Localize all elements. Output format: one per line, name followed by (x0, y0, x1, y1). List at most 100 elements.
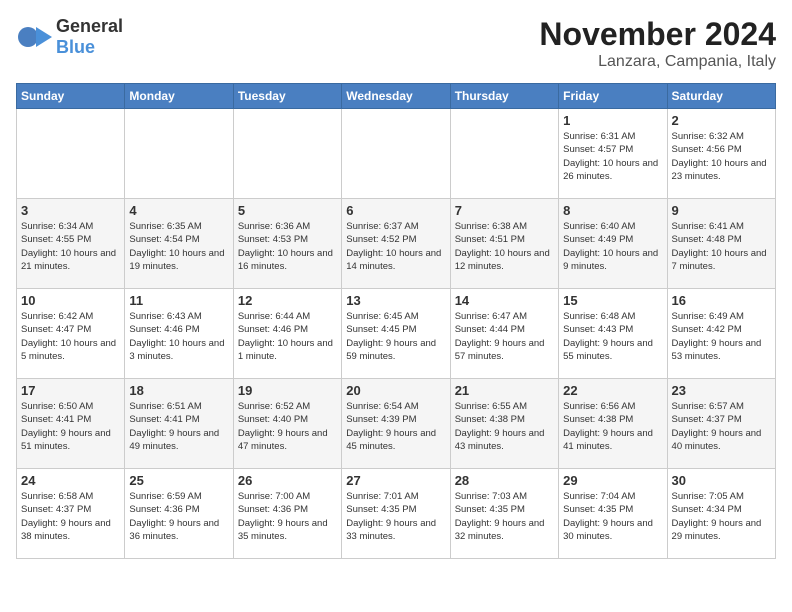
day-number: 3 (21, 203, 120, 218)
day-cell: 12 Sunrise: 6:44 AM Sunset: 4:46 PM Dayli… (233, 289, 341, 379)
day-number: 6 (346, 203, 445, 218)
day-cell: 18 Sunrise: 6:51 AM Sunset: 4:41 PM Dayli… (125, 379, 233, 469)
day-cell: 4 Sunrise: 6:35 AM Sunset: 4:54 PM Daylig… (125, 199, 233, 289)
day-cell: 6Sunrise: 6:37 AM Sunset: 4:52 PM Daylig… (342, 199, 450, 289)
day-cell: 10Sunrise: 6:42 AM Sunset: 4:47 PM Dayli… (17, 289, 125, 379)
day-info: Sunrise: 7:01 AM Sunset: 4:35 PM Dayligh… (346, 490, 445, 543)
day-info: Sunrise: 6:57 AM Sunset: 4:37 PM Dayligh… (672, 400, 771, 453)
day-cell (342, 109, 450, 199)
week-row-3: 17 Sunrise: 6:50 AM Sunset: 4:41 PM Dayli… (17, 379, 776, 469)
day-number: 11 (129, 293, 228, 308)
day-cell: 14 Sunrise: 6:47 AM Sunset: 4:44 PM Dayli… (450, 289, 558, 379)
day-number: 2 (672, 113, 771, 128)
day-info: Sunrise: 6:34 AM Sunset: 4:55 PM Dayligh… (21, 220, 120, 273)
day-number: 1 (563, 113, 662, 128)
day-info: Sunrise: 6:47 AM Sunset: 4:44 PM Dayligh… (455, 310, 554, 363)
day-info: Sunrise: 6:43 AM Sunset: 4:46 PM Dayligh… (129, 310, 228, 363)
day-number: 15 (563, 293, 662, 308)
day-number: 4 (129, 203, 228, 218)
header-wednesday: Wednesday (342, 84, 450, 109)
day-cell: 30 Sunrise: 7:05 AM Sunset: 4:34 PM Dayli… (667, 469, 775, 559)
day-cell: 23 Sunrise: 6:57 AM Sunset: 4:37 PM Dayli… (667, 379, 775, 469)
day-number: 22 (563, 383, 662, 398)
logo-blue: Blue (56, 37, 123, 58)
day-number: 18 (129, 383, 228, 398)
day-info: Sunrise: 6:59 AM Sunset: 4:36 PM Dayligh… (129, 490, 228, 543)
day-cell: 19 Sunrise: 6:52 AM Sunset: 4:40 PM Dayli… (233, 379, 341, 469)
day-number: 28 (455, 473, 554, 488)
day-cell: 8 Sunrise: 6:40 AM Sunset: 4:49 PM Daylig… (559, 199, 667, 289)
day-number: 5 (238, 203, 337, 218)
day-cell: 22 Sunrise: 6:56 AM Sunset: 4:38 PM Dayli… (559, 379, 667, 469)
week-row-2: 10Sunrise: 6:42 AM Sunset: 4:47 PM Dayli… (17, 289, 776, 379)
calendar-body: 1Sunrise: 6:31 AM Sunset: 4:57 PM Daylig… (17, 109, 776, 559)
day-number: 19 (238, 383, 337, 398)
day-info: Sunrise: 6:54 AM Sunset: 4:39 PM Dayligh… (346, 400, 445, 453)
day-number: 7 (455, 203, 554, 218)
day-info: Sunrise: 7:00 AM Sunset: 4:36 PM Dayligh… (238, 490, 337, 543)
day-info: Sunrise: 7:03 AM Sunset: 4:35 PM Dayligh… (455, 490, 554, 543)
logo-general: General (56, 16, 123, 37)
day-info: Sunrise: 6:40 AM Sunset: 4:49 PM Dayligh… (563, 220, 662, 273)
day-number: 24 (21, 473, 120, 488)
day-cell: 13Sunrise: 6:45 AM Sunset: 4:45 PM Dayli… (342, 289, 450, 379)
header-row: SundayMondayTuesdayWednesdayThursdayFrid… (17, 84, 776, 109)
day-cell: 16Sunrise: 6:49 AM Sunset: 4:42 PM Dayli… (667, 289, 775, 379)
day-cell: 17 Sunrise: 6:50 AM Sunset: 4:41 PM Dayli… (17, 379, 125, 469)
day-info: Sunrise: 6:35 AM Sunset: 4:54 PM Dayligh… (129, 220, 228, 273)
day-cell: 9 Sunrise: 6:41 AM Sunset: 4:48 PM Daylig… (667, 199, 775, 289)
day-info: Sunrise: 6:55 AM Sunset: 4:38 PM Dayligh… (455, 400, 554, 453)
day-info: Sunrise: 6:56 AM Sunset: 4:38 PM Dayligh… (563, 400, 662, 453)
day-cell: 2 Sunrise: 6:32 AM Sunset: 4:56 PM Daylig… (667, 109, 775, 199)
page-header: General Blue November 2024 Lanzara, Camp… (16, 16, 776, 71)
day-info: Sunrise: 6:36 AM Sunset: 4:53 PM Dayligh… (238, 220, 337, 273)
day-number: 23 (672, 383, 771, 398)
day-cell: 26Sunrise: 7:00 AM Sunset: 4:36 PM Dayli… (233, 469, 341, 559)
day-number: 30 (672, 473, 771, 488)
day-cell: 3 Sunrise: 6:34 AM Sunset: 4:55 PM Daylig… (17, 199, 125, 289)
day-number: 8 (563, 203, 662, 218)
day-number: 14 (455, 293, 554, 308)
day-info: Sunrise: 6:41 AM Sunset: 4:48 PM Dayligh… (672, 220, 771, 273)
day-cell (125, 109, 233, 199)
day-number: 27 (346, 473, 445, 488)
day-number: 17 (21, 383, 120, 398)
day-number: 20 (346, 383, 445, 398)
day-info: Sunrise: 6:45 AM Sunset: 4:45 PM Dayligh… (346, 310, 445, 363)
day-cell: 11 Sunrise: 6:43 AM Sunset: 4:46 PM Dayli… (125, 289, 233, 379)
day-info: Sunrise: 6:48 AM Sunset: 4:43 PM Dayligh… (563, 310, 662, 363)
week-row-4: 24 Sunrise: 6:58 AM Sunset: 4:37 PM Dayli… (17, 469, 776, 559)
day-cell: 7Sunrise: 6:38 AM Sunset: 4:51 PM Daylig… (450, 199, 558, 289)
header-thursday: Thursday (450, 84, 558, 109)
day-number: 9 (672, 203, 771, 218)
location: Lanzara, Campania, Italy (539, 53, 776, 71)
logo-icon (16, 19, 52, 55)
day-info: Sunrise: 6:51 AM Sunset: 4:41 PM Dayligh… (129, 400, 228, 453)
day-cell (17, 109, 125, 199)
day-cell: 25Sunrise: 6:59 AM Sunset: 4:36 PM Dayli… (125, 469, 233, 559)
logo: General Blue (16, 16, 123, 58)
day-number: 29 (563, 473, 662, 488)
day-info: Sunrise: 6:50 AM Sunset: 4:41 PM Dayligh… (21, 400, 120, 453)
day-cell: 27 Sunrise: 7:01 AM Sunset: 4:35 PM Dayli… (342, 469, 450, 559)
calendar-table: SundayMondayTuesdayWednesdayThursdayFrid… (16, 83, 776, 559)
day-number: 12 (238, 293, 337, 308)
day-cell (450, 109, 558, 199)
title-block: November 2024 Lanzara, Campania, Italy (539, 16, 776, 71)
day-info: Sunrise: 6:32 AM Sunset: 4:56 PM Dayligh… (672, 130, 771, 183)
day-info: Sunrise: 6:49 AM Sunset: 4:42 PM Dayligh… (672, 310, 771, 363)
day-info: Sunrise: 6:44 AM Sunset: 4:46 PM Dayligh… (238, 310, 337, 363)
day-cell: 15 Sunrise: 6:48 AM Sunset: 4:43 PM Dayli… (559, 289, 667, 379)
week-row-0: 1Sunrise: 6:31 AM Sunset: 4:57 PM Daylig… (17, 109, 776, 199)
week-row-1: 3 Sunrise: 6:34 AM Sunset: 4:55 PM Daylig… (17, 199, 776, 289)
day-cell: 28 Sunrise: 7:03 AM Sunset: 4:35 PM Dayli… (450, 469, 558, 559)
day-info: Sunrise: 7:04 AM Sunset: 4:35 PM Dayligh… (563, 490, 662, 543)
header-tuesday: Tuesday (233, 84, 341, 109)
day-info: Sunrise: 7:05 AM Sunset: 4:34 PM Dayligh… (672, 490, 771, 543)
month-title: November 2024 (539, 16, 776, 53)
day-cell: 1Sunrise: 6:31 AM Sunset: 4:57 PM Daylig… (559, 109, 667, 199)
day-cell: 21Sunrise: 6:55 AM Sunset: 4:38 PM Dayli… (450, 379, 558, 469)
day-info: Sunrise: 6:58 AM Sunset: 4:37 PM Dayligh… (21, 490, 120, 543)
day-info: Sunrise: 6:42 AM Sunset: 4:47 PM Dayligh… (21, 310, 120, 363)
day-info: Sunrise: 6:52 AM Sunset: 4:40 PM Dayligh… (238, 400, 337, 453)
